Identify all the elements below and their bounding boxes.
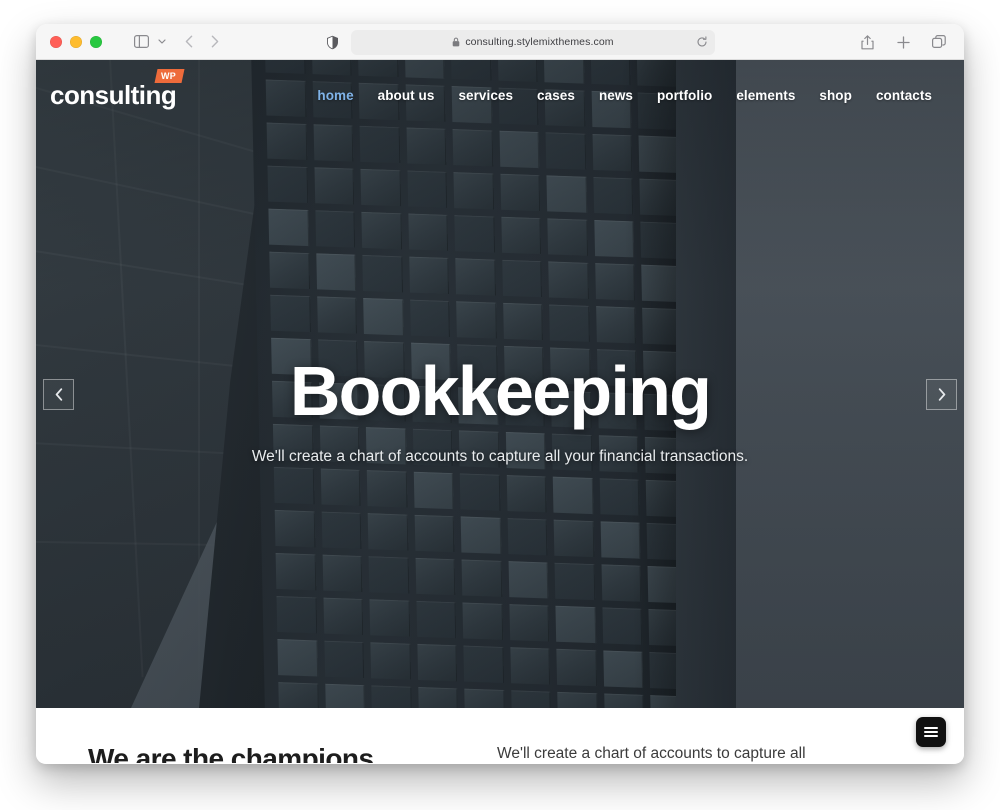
content-column-left: We are the champions	[88, 742, 467, 763]
nav-item-news[interactable]: news	[599, 88, 633, 103]
nav-item-cases[interactable]: cases	[537, 88, 575, 103]
toolbar-right-controls	[854, 29, 952, 55]
navigation-controls	[176, 29, 228, 55]
back-arrow-icon[interactable]	[176, 29, 202, 55]
settings-panel-toggle-button[interactable]	[916, 717, 946, 747]
minimize-window-button[interactable]	[70, 35, 82, 48]
url-text: consulting.stylemixthemes.com	[465, 36, 614, 48]
nav-item-elements[interactable]: elements	[736, 88, 795, 103]
hero-subtitle: We'll create a chart of accounts to capt…	[251, 448, 749, 466]
carousel-next-button[interactable]	[926, 379, 957, 410]
page-viewport: consulting WP home about us services cas…	[36, 60, 964, 763]
nav-item-services[interactable]: services	[458, 88, 513, 103]
browser-toolbar: consulting.stylemixthemes.com	[36, 24, 964, 60]
close-window-button[interactable]	[50, 35, 62, 48]
carousel-prev-button[interactable]	[43, 379, 74, 410]
logo-wp-badge: WP	[154, 69, 185, 83]
nav-item-about-us[interactable]: about us	[378, 88, 435, 103]
section-heading: We are the champions	[88, 743, 374, 763]
lock-icon	[453, 37, 460, 47]
url-input[interactable]: consulting.stylemixthemes.com	[351, 29, 715, 55]
nav-item-home[interactable]: home	[317, 88, 353, 103]
privacy-shield-icon[interactable]	[319, 29, 345, 55]
forward-arrow-icon[interactable]	[202, 29, 228, 55]
site-logo[interactable]: consulting WP	[50, 69, 185, 110]
content-column-right: We'll create a chart of accounts to capt…	[467, 742, 912, 763]
main-navigation: home about us services cases news portfo…	[317, 88, 932, 103]
nav-item-shop[interactable]: shop	[819, 88, 852, 103]
window-traffic-lights	[50, 35, 102, 48]
chevron-down-icon[interactable]	[154, 29, 170, 55]
plus-icon[interactable]	[890, 29, 916, 55]
sidebar-toggle-icon[interactable]	[128, 29, 154, 55]
site-header: consulting WP home about us services cas…	[36, 60, 964, 130]
section-body-text: We'll create a chart of accounts to capt…	[497, 745, 806, 762]
logo-text: consulting	[50, 80, 177, 110]
hero-content: Bookkeeping We'll create a chart of acco…	[36, 352, 964, 469]
content-columns: We are the champions We'll create a char…	[88, 742, 912, 763]
browser-window: consulting.stylemixthemes.com consulting…	[36, 24, 964, 764]
zoom-window-button[interactable]	[90, 35, 102, 48]
hero-slider: consulting WP home about us services cas…	[36, 60, 964, 708]
reload-icon[interactable]	[693, 34, 710, 51]
list-icon	[924, 726, 938, 738]
chevron-right-icon	[938, 388, 945, 401]
tab-overview-icon[interactable]	[926, 29, 952, 55]
nav-item-contacts[interactable]: contacts	[876, 88, 932, 103]
address-bar-area: consulting.stylemixthemes.com	[319, 29, 715, 55]
nav-item-portfolio[interactable]: portfolio	[657, 88, 712, 103]
chevron-left-icon	[55, 388, 62, 401]
sidebar-controls	[128, 29, 170, 55]
hero-title: Bookkeeping	[289, 352, 712, 430]
content-section: We are the champions We'll create a char…	[36, 708, 964, 763]
logo-wp-badge-label: WP	[161, 71, 177, 81]
share-icon[interactable]	[854, 29, 880, 55]
url-display: consulting.stylemixthemes.com	[452, 36, 614, 48]
